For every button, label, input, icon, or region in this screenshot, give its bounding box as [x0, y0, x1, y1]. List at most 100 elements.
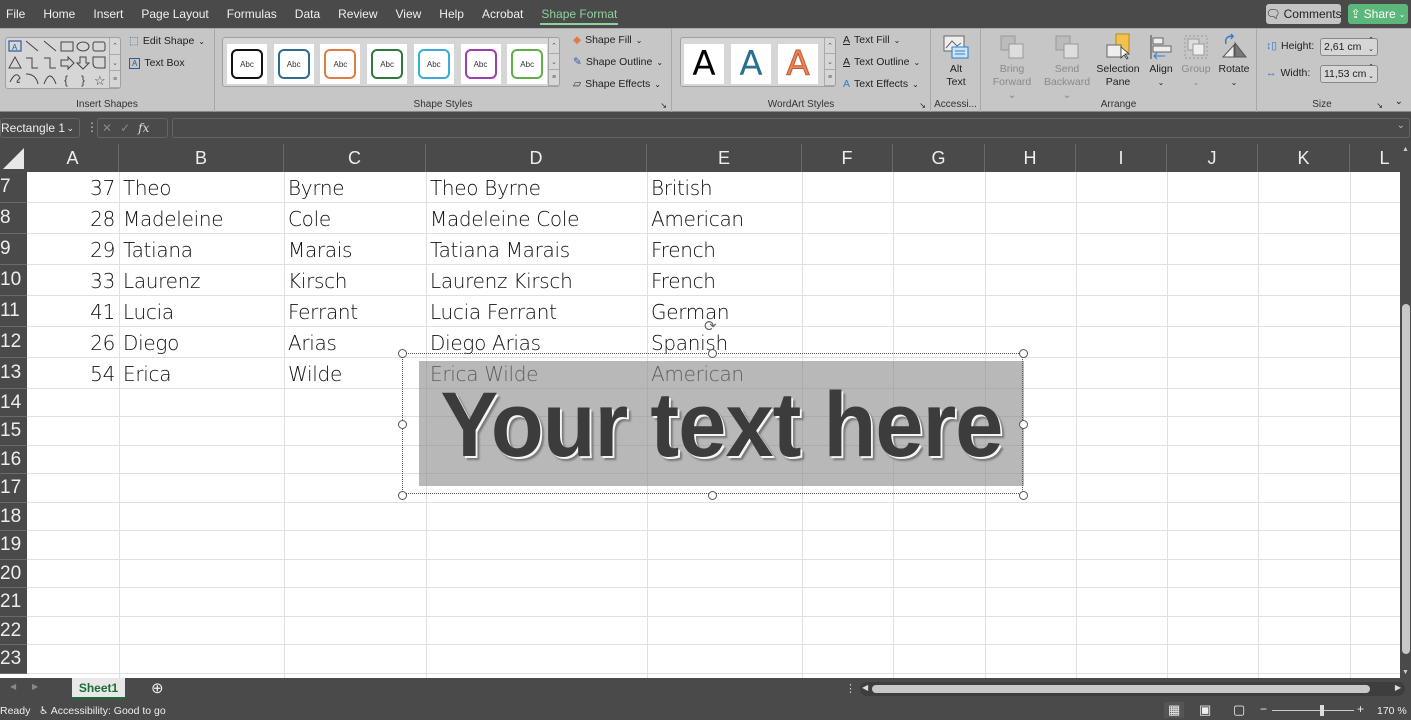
- resize-handle[interactable]: [707, 490, 717, 500]
- zoom-level[interactable]: 170 %: [1377, 705, 1407, 717]
- vertical-scrollbar[interactable]: ▲ ▼: [1400, 144, 1411, 678]
- column-header-f[interactable]: F: [802, 144, 893, 172]
- normal-view-icon[interactable]: ▦: [1164, 702, 1185, 718]
- shape-style-preset[interactable]: Abc: [273, 44, 314, 84]
- row-header-16[interactable]: 16: [0, 446, 27, 474]
- bring-forward-button[interactable]: Bring Forward ⌄: [989, 33, 1035, 102]
- wordart-scroll[interactable]: ⌃ ⌄ ≡: [824, 38, 835, 86]
- resize-handle[interactable]: [1018, 419, 1028, 429]
- group-button[interactable]: Group ⌄: [1179, 33, 1213, 89]
- row-header-15[interactable]: 15: [0, 417, 27, 446]
- align-button[interactable]: Align ⌄: [1145, 33, 1177, 89]
- column-header-l[interactable]: L: [1350, 144, 1400, 172]
- row-header-13[interactable]: 13: [0, 358, 27, 389]
- scroll-down-icon[interactable]: ▼: [1402, 669, 1409, 676]
- cell-c8[interactable]: Cole: [284, 203, 426, 234]
- rotation-handle-icon[interactable]: ⟳: [704, 317, 717, 335]
- column-header-b[interactable]: B: [119, 144, 284, 172]
- menu-tab-shape-format[interactable]: Shape Format: [532, 0, 626, 28]
- resize-handle[interactable]: [397, 490, 407, 500]
- menu-tab-view[interactable]: View: [387, 0, 431, 28]
- dialog-launcher-icon[interactable]: ↘: [660, 101, 667, 110]
- height-input[interactable]: 2,61 cm: [1320, 36, 1378, 56]
- cell-a7[interactable]: 37: [27, 172, 119, 203]
- horizontal-scroll-thumb[interactable]: [872, 685, 1370, 693]
- row-header-17[interactable]: 17: [0, 474, 27, 503]
- column-header-a[interactable]: A: [27, 144, 119, 172]
- resize-handle[interactable]: [397, 419, 407, 429]
- cell-e9[interactable]: French: [647, 234, 802, 265]
- wordart-style-preset[interactable]: A: [778, 44, 818, 85]
- shapes-gallery[interactable]: A { } ☆ ⌃ ⌄ ≡: [5, 37, 121, 89]
- name-box[interactable]: Rectangle 1 ⌄: [0, 118, 80, 138]
- zoom-out-icon[interactable]: −: [1260, 702, 1267, 716]
- shape-style-preset[interactable]: Abc: [227, 44, 267, 84]
- rotate-button[interactable]: Rotate ⌄: [1217, 33, 1251, 89]
- page-break-view-icon[interactable]: ▢: [1233, 702, 1245, 718]
- cell-d10[interactable]: Laurenz Kirsch: [426, 265, 647, 296]
- cell-e10[interactable]: French: [647, 265, 802, 296]
- wordart-gallery[interactable]: ⌃ ⌄ ≡ AAA: [680, 37, 836, 87]
- edit-shape-button[interactable]: ⬚ Edit Shape ⌄: [129, 35, 205, 47]
- enter-icon[interactable]: ✓: [120, 121, 130, 135]
- wordart-style-preset[interactable]: A: [731, 44, 771, 84]
- formula-input[interactable]: [172, 118, 1410, 138]
- cell-c10[interactable]: Kirsch: [284, 265, 426, 296]
- tab-split-handle-icon[interactable]: ⋮: [845, 682, 856, 695]
- cell-d7[interactable]: Theo Byrne: [426, 172, 647, 203]
- resize-handle[interactable]: [1018, 348, 1028, 358]
- cell-b13[interactable]: Erica: [119, 358, 284, 389]
- menu-tab-help[interactable]: Help: [430, 0, 473, 28]
- scroll-right-icon[interactable]: ▶: [1395, 683, 1401, 692]
- zoom-slider-thumb[interactable]: [1320, 705, 1324, 716]
- next-sheet-icon[interactable]: ▶: [32, 682, 38, 691]
- dialog-launcher-icon[interactable]: ↘: [1376, 101, 1383, 110]
- shape-style-preset[interactable]: Abc: [367, 44, 408, 84]
- column-header-j[interactable]: J: [1167, 144, 1258, 172]
- zoom-in-icon[interactable]: +: [1357, 702, 1364, 716]
- resize-handle[interactable]: [397, 348, 407, 358]
- vertical-scroll-thumb[interactable]: [1402, 304, 1410, 654]
- cell-a9[interactable]: 29: [27, 234, 119, 265]
- text-outline-button[interactable]: A Text Outline ⌄: [843, 56, 920, 68]
- insert-function-button[interactable]: fx: [138, 121, 149, 135]
- row-header-11[interactable]: 11: [0, 296, 27, 327]
- row-header-23[interactable]: 23: [0, 645, 27, 674]
- shape-style-preset[interactable]: Abc: [507, 44, 548, 84]
- cell-b9[interactable]: Tatiana: [119, 234, 284, 265]
- menu-tab-file[interactable]: File: [0, 0, 34, 28]
- column-header-i[interactable]: I: [1076, 144, 1167, 172]
- cell-d9[interactable]: Tatiana Marais: [426, 234, 647, 265]
- row-header-21[interactable]: 21: [0, 588, 27, 617]
- width-input[interactable]: 11,53 cm: [1320, 63, 1378, 83]
- cell-b10[interactable]: Laurenz: [119, 265, 284, 296]
- cell-a11[interactable]: 41: [27, 296, 119, 327]
- menu-tab-page-layout[interactable]: Page Layout: [132, 0, 217, 28]
- menu-tab-data[interactable]: Data: [286, 0, 329, 28]
- select-all-button[interactable]: [0, 144, 27, 172]
- cell-b7[interactable]: Theo: [119, 172, 284, 203]
- cell-b8[interactable]: Madeleine: [119, 203, 284, 234]
- dialog-launcher-icon[interactable]: ↘: [919, 101, 926, 110]
- shape-style-preset[interactable]: Abc: [320, 44, 361, 84]
- menu-tab-insert[interactable]: Insert: [84, 0, 132, 28]
- add-sheet-icon[interactable]: ⊕: [151, 679, 164, 697]
- row-header-9[interactable]: 9: [0, 234, 27, 265]
- text-box-button[interactable]: A Text Box: [129, 57, 185, 69]
- cell-c7[interactable]: Byrne: [284, 172, 426, 203]
- menu-tab-home[interactable]: Home: [34, 0, 84, 28]
- cell-b12[interactable]: Diego: [119, 327, 284, 358]
- menu-tab-acrobat[interactable]: Acrobat: [473, 0, 532, 28]
- column-header-k[interactable]: K: [1258, 144, 1350, 172]
- column-header-d[interactable]: D: [426, 144, 647, 172]
- cell-a13[interactable]: 54: [27, 358, 119, 389]
- column-header-h[interactable]: H: [985, 144, 1076, 172]
- selection-pane-button[interactable]: Selection Pane: [1096, 33, 1140, 89]
- shapes-gallery-scroll[interactable]: ⌃ ⌄ ≡: [109, 38, 120, 89]
- cell-a12[interactable]: 26: [27, 327, 119, 358]
- row-header-12[interactable]: 12: [0, 327, 27, 358]
- row-header-7[interactable]: 7: [0, 172, 27, 203]
- horizontal-scrollbar[interactable]: ◀ ▶: [860, 682, 1405, 696]
- accessibility-status[interactable]: ♿︎ Accessibility: Good to go: [39, 705, 166, 717]
- menu-tab-review[interactable]: Review: [329, 0, 386, 28]
